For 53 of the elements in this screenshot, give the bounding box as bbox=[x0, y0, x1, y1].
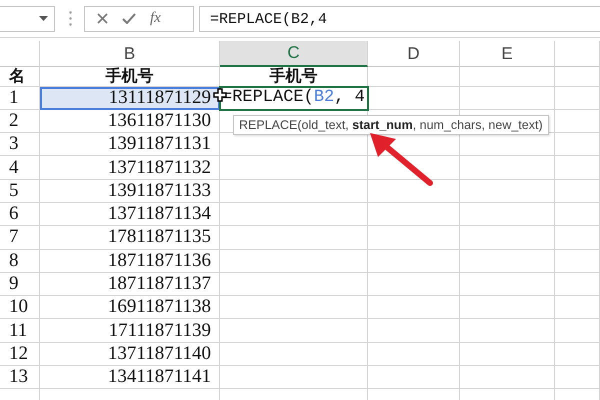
table-cell: 13711871134 bbox=[40, 202, 220, 226]
table-cell: 13111871129 bbox=[40, 86, 220, 110]
table-cell: 3 bbox=[0, 133, 40, 156]
empty-cell bbox=[555, 319, 600, 343]
empty-cell bbox=[555, 366, 600, 390]
table-cell: 13711871132 bbox=[40, 156, 220, 180]
empty-cell bbox=[555, 67, 600, 86]
table-cell: 12 bbox=[0, 342, 40, 366]
empty-cell bbox=[555, 226, 600, 250]
dropdown-arrow-icon[interactable] bbox=[39, 16, 48, 21]
formula-field[interactable]: =REPLACE(B2,4 bbox=[199, 6, 600, 32]
table-cell: 17811871135 bbox=[40, 226, 220, 250]
table-cell: 11 bbox=[0, 319, 40, 343]
table-cell: 13411871141 bbox=[40, 366, 220, 390]
table-cell: 13911871133 bbox=[40, 180, 220, 203]
empty-cell bbox=[555, 342, 600, 366]
enter-button[interactable] bbox=[122, 13, 136, 24]
arrow-annotation bbox=[368, 131, 434, 187]
column-header[interactable]: E bbox=[460, 41, 555, 67]
empty-cell bbox=[555, 133, 600, 156]
insert-function-button[interactable]: fx bbox=[150, 10, 161, 27]
table-cell: 2 bbox=[0, 110, 40, 134]
header-cell: 名 bbox=[0, 67, 40, 86]
table-cell: 16911871138 bbox=[40, 296, 220, 320]
table-cell: 17111871139 bbox=[40, 319, 220, 343]
function-tooltip: REPLACE(old_text, start_num, num_chars, new_text) bbox=[233, 115, 549, 135]
table-cell: 9 bbox=[0, 272, 40, 296]
table-cell: 6 bbox=[0, 202, 40, 226]
active-cell-editor[interactable]: =REPLACE(B2, 4 bbox=[220, 86, 368, 110]
column-header[interactable]: C bbox=[220, 41, 368, 67]
table-cell: 18711871137 bbox=[40, 272, 220, 296]
table-cell: 13711871140 bbox=[40, 342, 220, 366]
empty-cell bbox=[555, 202, 600, 226]
table-cell: 13911871131 bbox=[40, 133, 220, 156]
table-cell: 8 bbox=[0, 250, 40, 273]
drag-handle-icon[interactable] bbox=[69, 11, 72, 26]
empty-cell bbox=[555, 180, 600, 203]
empty-cell bbox=[555, 296, 600, 320]
table-cell: 13 bbox=[0, 366, 40, 390]
table-cell: 10 bbox=[0, 296, 40, 320]
table-cell: 13611871130 bbox=[40, 110, 220, 134]
empty-cell bbox=[555, 156, 600, 180]
empty-cell bbox=[555, 272, 600, 296]
column-header[interactable] bbox=[555, 41, 600, 67]
cancel-button[interactable] bbox=[97, 13, 108, 24]
table-cell: 4 bbox=[0, 156, 40, 180]
empty-cell bbox=[555, 250, 600, 273]
table-cell: 5 bbox=[0, 180, 40, 203]
column-header[interactable]: D bbox=[368, 41, 460, 67]
empty-cell bbox=[555, 86, 600, 110]
table-cell: 18711871136 bbox=[40, 250, 220, 273]
table-cell: 7 bbox=[0, 226, 40, 250]
column-header[interactable] bbox=[0, 41, 40, 67]
